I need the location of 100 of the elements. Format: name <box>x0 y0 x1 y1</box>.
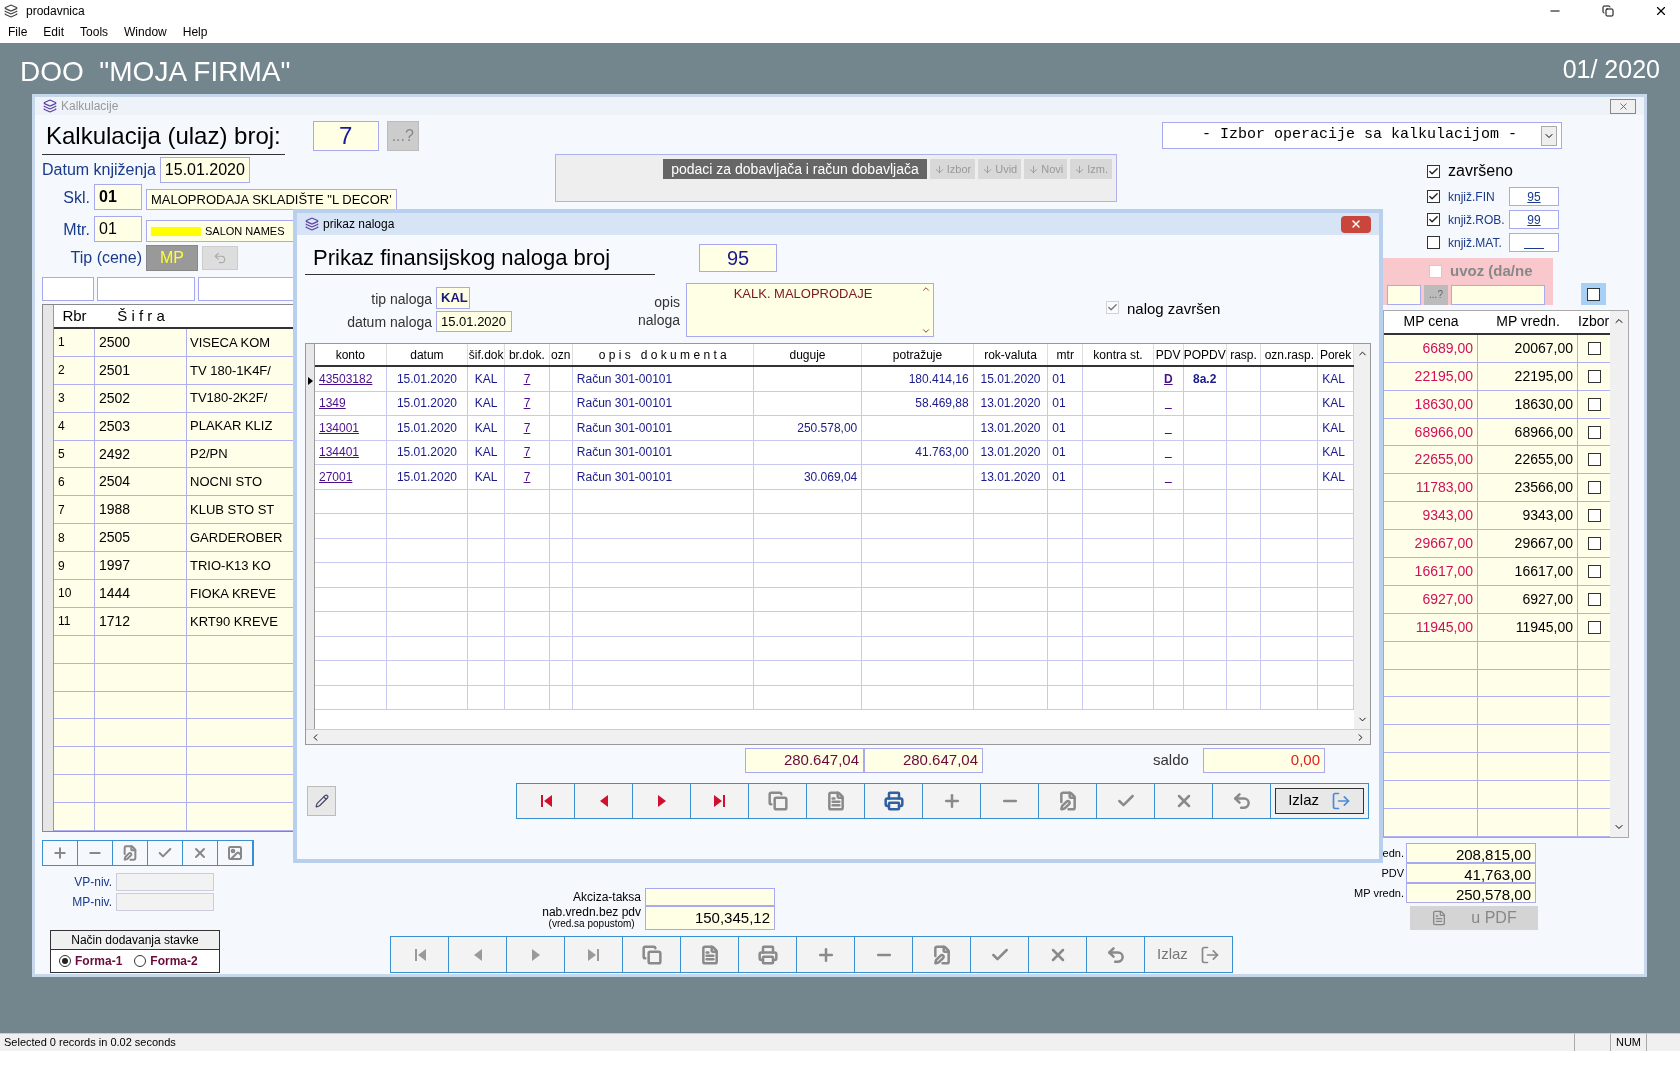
warehouse-code-field[interactable]: 01 <box>94 184 142 210</box>
edit-icon[interactable] <box>122 845 138 861</box>
printer-icon[interactable] <box>883 790 904 811</box>
radio-button[interactable] <box>59 955 71 967</box>
row-selector-strip[interactable] <box>306 344 315 729</box>
table-link[interactable]: 134001 <box>319 418 360 437</box>
select-all-checkbox[interactable] <box>1587 287 1600 301</box>
table-cell: 16617,00 <box>1478 558 1578 585</box>
calculation-number-field[interactable]: 7 <box>312 121 379 151</box>
scroll-up-icon[interactable] <box>921 284 931 294</box>
menu-item[interactable]: Tools <box>80 23 109 41</box>
restore-icon[interactable] <box>1602 4 1614 17</box>
row-checkbox[interactable] <box>1587 481 1601 495</box>
radio-option[interactable]: Forma-1 <box>59 952 123 970</box>
row-checkbox[interactable] <box>1587 425 1601 439</box>
column-header: ozn.rasp. <box>1261 344 1319 365</box>
menu-item[interactable]: Edit <box>43 23 65 41</box>
edit-icon[interactable] <box>1057 790 1078 811</box>
row-checkbox[interactable] <box>1587 453 1601 467</box>
scroll-down-icon[interactable] <box>921 326 931 336</box>
posting-number-field[interactable]: 95 <box>1509 187 1559 206</box>
close-button[interactable] <box>1610 98 1636 114</box>
table-link[interactable]: 7 <box>523 418 531 437</box>
image-icon[interactable] <box>227 845 243 861</box>
posting-checkbox[interactable] <box>1427 190 1440 203</box>
exit-button[interactable]: Izlaz <box>1275 787 1364 814</box>
journal-number-field[interactable]: 95 <box>699 244 777 272</box>
credit-total-field[interactable]: 280.647,04 <box>864 748 983 773</box>
total-field[interactable]: 250,578,00 <box>1406 883 1536 903</box>
total-field[interactable]: 41,763,00 <box>1406 863 1536 883</box>
posting-number-field[interactable] <box>1509 233 1559 252</box>
filter-field[interactable] <box>97 277 195 301</box>
table-link[interactable]: 7 <box>523 467 531 486</box>
debit-total-field[interactable]: 280.647,04 <box>745 748 864 773</box>
location-code-field[interactable]: 01 <box>94 216 142 242</box>
radio-option[interactable]: Forma-2 <box>134 952 198 970</box>
level-field[interactable] <box>116 893 214 911</box>
table-link[interactable]: 7 <box>523 394 531 413</box>
warehouse-name-field[interactable]: MALOPRODAJA SKLADIŠTE "L DECOR' <box>146 188 397 210</box>
journal-date-field[interactable]: 15.01.2020 <box>436 310 512 332</box>
table-link[interactable]: 134401 <box>319 443 360 462</box>
excise-field[interactable] <box>645 887 775 906</box>
import-field[interactable] <box>1387 284 1421 305</box>
horizontal-scrollbar[interactable] <box>306 729 1370 744</box>
posting-date-field[interactable]: 15.01.2020 <box>159 157 250 183</box>
plus-icon[interactable] <box>52 845 68 861</box>
import-checkbox[interactable] <box>1429 264 1442 278</box>
purchase-value-field[interactable]: 150,345,12 <box>645 905 775 930</box>
menu-item[interactable]: Help <box>182 23 208 41</box>
undo-icon[interactable] <box>1231 790 1252 811</box>
table-link[interactable]: _ <box>1164 394 1172 413</box>
copy-icon[interactable] <box>767 790 788 811</box>
last-record-icon[interactable] <box>711 792 728 809</box>
table-link[interactable]: 7 <box>523 443 531 462</box>
table-link[interactable]: 43503182 <box>319 369 373 388</box>
import-field[interactable] <box>1451 284 1545 305</box>
row-selector-strip[interactable] <box>43 305 54 831</box>
filter-field[interactable] <box>42 277 94 301</box>
close-button[interactable] <box>1341 215 1371 233</box>
balance-field[interactable]: 0,00 <box>1203 748 1325 773</box>
row-checkbox[interactable] <box>1587 369 1601 383</box>
operation-dropdown[interactable]: - Izbor operacije sa kalkulacijom - <box>1162 122 1562 149</box>
exit-button[interactable]: Izlaz <box>1145 937 1232 972</box>
journal-type-field[interactable]: KAL <box>436 287 470 309</box>
posting-checkbox[interactable] <box>1427 236 1440 249</box>
vertical-scrollbar[interactable] <box>1354 344 1370 729</box>
table-link[interactable]: D <box>1163 369 1173 388</box>
row-checkbox[interactable] <box>1587 397 1601 411</box>
table-link[interactable]: 27001 <box>319 467 353 486</box>
posting-number-field[interactable]: 99 <box>1509 210 1559 229</box>
posting-checkbox[interactable] <box>1427 213 1440 226</box>
description-field[interactable]: KALK. MALOPRODAJE <box>686 283 934 337</box>
table-link[interactable]: 1349 <box>319 394 346 413</box>
row-checkbox[interactable] <box>1587 564 1601 578</box>
menu-item[interactable]: File <box>8 23 28 41</box>
table-link[interactable]: _ <box>1164 467 1172 486</box>
table-link[interactable]: _ <box>1164 443 1172 462</box>
copy-icon[interactable] <box>641 944 662 965</box>
radio-button[interactable] <box>134 955 147 967</box>
total-field[interactable]: 208,815,00 <box>1406 843 1536 863</box>
edit-icon[interactable] <box>931 944 952 965</box>
last-record-icon[interactable] <box>585 946 602 963</box>
vertical-scrollbar[interactable] <box>1610 311 1628 837</box>
row-checkbox[interactable] <box>1587 509 1601 523</box>
document-icon[interactable] <box>825 790 846 811</box>
row-checkbox[interactable] <box>1587 592 1601 606</box>
level-field[interactable] <box>116 873 214 891</box>
table-cell-text: 30.069,04 <box>803 468 858 486</box>
edit-button[interactable] <box>307 785 337 816</box>
row-checkbox[interactable] <box>1587 341 1601 355</box>
printer-icon[interactable] <box>757 944 778 965</box>
location-name-field[interactable]: SALON NAMES <box>146 220 296 242</box>
table-link[interactable]: _ <box>1164 418 1172 437</box>
undo-icon[interactable] <box>1105 944 1126 965</box>
menu-item[interactable]: Window <box>124 23 167 41</box>
finished-checkbox[interactable] <box>1427 164 1440 178</box>
table-link[interactable]: 7 <box>523 369 531 388</box>
document-icon[interactable] <box>699 944 720 965</box>
row-checkbox[interactable] <box>1587 620 1601 634</box>
row-checkbox[interactable] <box>1587 537 1601 551</box>
